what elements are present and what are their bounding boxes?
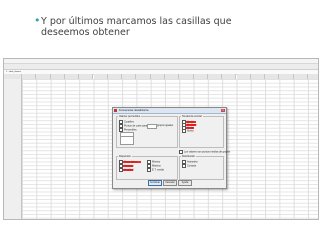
checkbox-icon[interactable]	[119, 167, 123, 172]
option-label: Suma	[187, 129, 194, 133]
valores-medio-option[interactable]: Los valores son puntos medios de grupos	[179, 150, 230, 154]
spss-app-icon	[114, 109, 117, 112]
group-label: Tendencia central	[181, 115, 203, 118]
grupos-iguales-label: grupos iguales	[157, 124, 174, 127]
bullet-dot-icon: •	[34, 14, 41, 27]
amplitud-option[interactable]: Amplitud	[119, 167, 134, 172]
close-icon[interactable]: ×	[221, 108, 225, 112]
ayuda-button[interactable]: Ayuda	[178, 180, 192, 186]
group-label: Distribución	[181, 155, 197, 158]
option-label: Los valores son puntos medios de grupos	[184, 150, 231, 154]
central-tendency-group: Tendencia central Media Mediana Moda Sum…	[179, 115, 224, 148]
option-label: Amplitud	[124, 168, 134, 172]
group-label: Valores percentiles	[118, 115, 142, 118]
group-label: Dispersión	[118, 155, 132, 158]
option-label: E.T. media	[152, 168, 164, 172]
dialog-title: Frecuencias: Estadísticos	[119, 109, 149, 112]
slide-bullet-text: Y por últimos marcamos las casillas que …	[41, 16, 232, 38]
dialog-titlebar: Frecuencias: Estadísticos ×	[113, 108, 226, 114]
cancelar-button[interactable]: Cancelar	[163, 180, 177, 186]
dispersion-group: Dispersión Desv. típica Varianza Amplitu…	[116, 155, 178, 180]
frequencies-statistics-dialog: Frecuencias: Estadísticos × Valores perc…	[112, 107, 230, 189]
distribution-group: Distribución Asimetría Curtosis	[179, 155, 224, 180]
row-headers[interactable]	[4, 79, 22, 219]
option-label: Curtosis	[187, 164, 197, 168]
et-media-option[interactable]: E.T. media	[147, 167, 164, 172]
checkbox-icon[interactable]	[147, 167, 151, 172]
percentile-values-group: Valores percentiles Cuartiles Puntos de …	[116, 115, 178, 148]
checkbox-icon[interactable]	[182, 164, 186, 168]
checkbox-icon[interactable]	[179, 150, 183, 154]
checkbox-icon[interactable]	[182, 129, 186, 133]
continuar-button[interactable]: Continuar	[148, 180, 162, 186]
slide-bullet: • Y por últimos marcamos las casillas qu…	[34, 15, 281, 38]
curtosis-option[interactable]: Curtosis	[182, 164, 196, 168]
grupos-iguales-input[interactable]	[147, 124, 157, 129]
percentile-list[interactable]	[120, 136, 134, 145]
suma-option[interactable]: Suma	[182, 129, 194, 133]
